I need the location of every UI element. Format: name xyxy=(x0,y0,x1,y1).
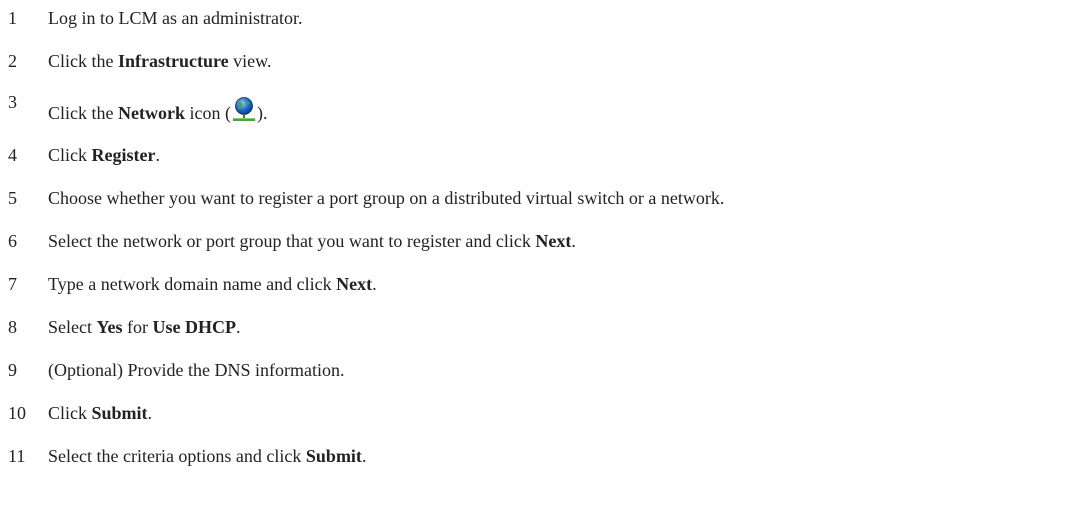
ui-term: Yes xyxy=(96,317,123,337)
text-run: view. xyxy=(228,51,272,71)
step-text: Select the criteria options and click Su… xyxy=(48,445,366,467)
text-run: . xyxy=(147,403,153,423)
text-run: Click the xyxy=(48,103,118,123)
text-run: Select the criteria options and click xyxy=(48,446,306,466)
ui-term: Next xyxy=(336,274,373,294)
ui-term: Network xyxy=(118,103,185,123)
text-run: Select xyxy=(48,317,97,337)
ui-term: Submit xyxy=(91,403,148,423)
step-number: 3 xyxy=(8,92,17,112)
step-text: Click the Infrastructure view. xyxy=(48,50,271,72)
step-number: 6 xyxy=(8,231,17,251)
step-text: (Optional) Provide the DNS information. xyxy=(48,359,344,381)
text-run: . xyxy=(372,274,377,294)
step-number: 7 xyxy=(8,274,17,294)
text-run: . xyxy=(235,317,241,337)
text-run: Click xyxy=(48,145,92,165)
text-run: Type a network domain name and click xyxy=(48,274,337,294)
ui-term: Infrastructure xyxy=(118,51,229,71)
step-number: 11 xyxy=(8,446,26,466)
step-number: 8 xyxy=(8,317,17,337)
step-number: 9 xyxy=(8,360,17,380)
ui-term: Use DHCP xyxy=(152,317,236,337)
step-number: 1 xyxy=(8,8,17,28)
step-number: 2 xyxy=(8,51,17,71)
procedure-steps: 1 Log in to LCM as an administrator. 2 C… xyxy=(0,0,1068,518)
step-text: Click Register. xyxy=(48,144,160,166)
ui-term: Next xyxy=(535,231,572,251)
ui-term: Register xyxy=(91,145,156,165)
text-run: . xyxy=(361,446,367,466)
step-text: Click the Network icon (). xyxy=(48,97,267,124)
network-icon xyxy=(232,97,255,121)
text-run: Log in to LCM as an administrator. xyxy=(48,8,303,28)
text-run: ). xyxy=(256,103,268,123)
step-number: 4 xyxy=(8,145,17,165)
ui-term: Submit xyxy=(305,446,362,466)
text-run: Click xyxy=(48,403,92,423)
step-number: 10 xyxy=(8,403,26,423)
text-run: Click the xyxy=(48,51,118,71)
step-text: Select Yes for Use DHCP. xyxy=(48,316,240,338)
step-number: 5 xyxy=(8,188,17,208)
step-text: Type a network domain name and click Nex… xyxy=(48,273,377,295)
text-run: . xyxy=(155,145,160,165)
text-run: . xyxy=(571,231,576,251)
text-run: Choose whether you want to register a po… xyxy=(48,188,725,208)
text-run: (Optional) Provide the DNS information. xyxy=(48,360,345,380)
step-text: Log in to LCM as an administrator. xyxy=(48,7,302,29)
text-run: icon ( xyxy=(184,103,231,123)
step-text: Select the network or port group that yo… xyxy=(48,230,576,252)
step-text: Click Submit. xyxy=(48,402,152,424)
step-text: Choose whether you want to register a po… xyxy=(48,187,724,209)
text-run: for xyxy=(122,317,153,337)
text-run: Select the network or port group that yo… xyxy=(48,231,536,251)
